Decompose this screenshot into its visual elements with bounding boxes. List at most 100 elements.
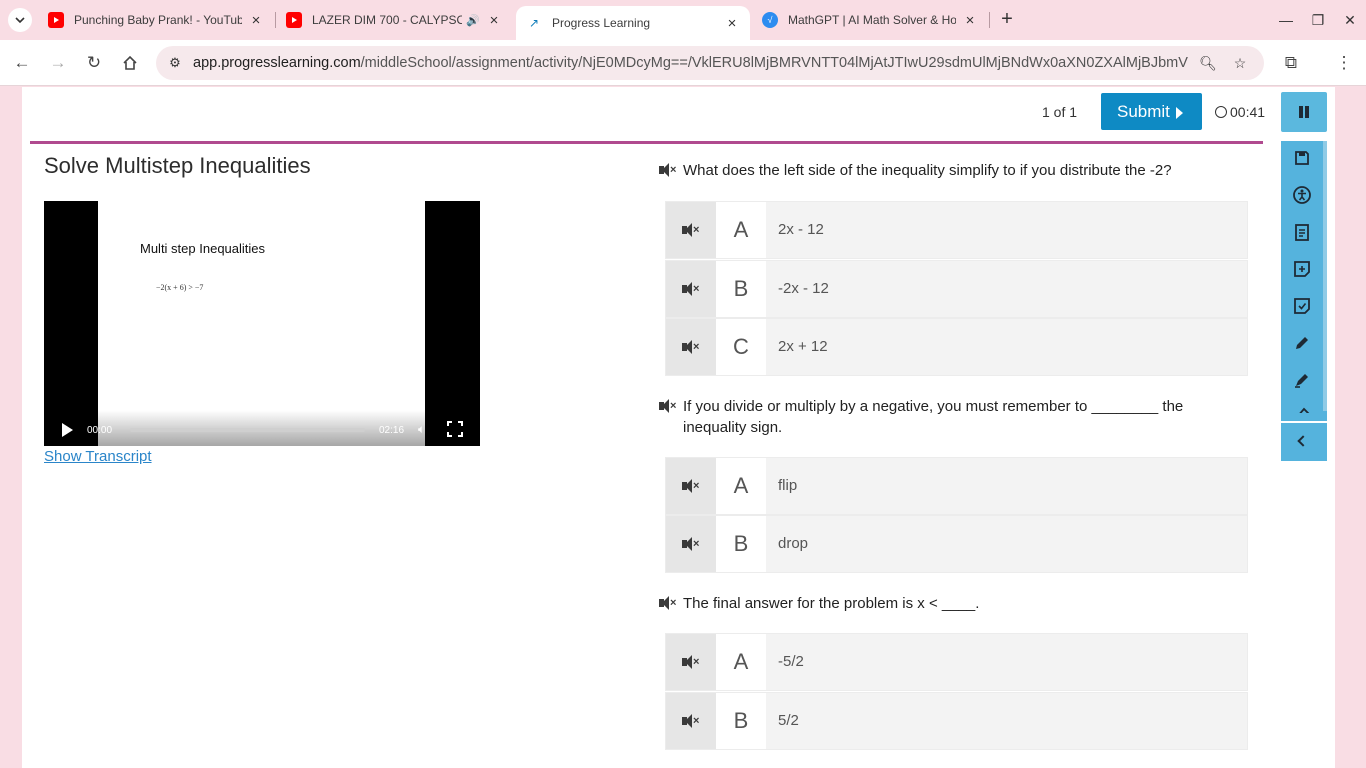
question-2: × If you divide or multiply by a negativ… bbox=[659, 396, 1249, 438]
rail-scrollbar[interactable] bbox=[1323, 141, 1327, 411]
option-text: 2x + 12 bbox=[778, 338, 828, 355]
question-3: × The final answer for the problem is x … bbox=[659, 593, 1249, 614]
close-window-icon[interactable]: ✕ bbox=[1336, 6, 1364, 34]
tab-title: Punching Baby Prank! - YouTube bbox=[74, 13, 242, 27]
mute-icon[interactable]: × bbox=[666, 516, 716, 572]
video-controls: 00:00 02:16 🔈︎ bbox=[44, 410, 480, 446]
question-text: What does the left side of the inequalit… bbox=[683, 162, 1172, 179]
reload-icon[interactable]: ↻ bbox=[80, 49, 108, 77]
tab-strip: Punching Baby Prank! - YouTube × LAZER D… bbox=[0, 0, 1366, 40]
play-icon[interactable] bbox=[62, 423, 73, 437]
url-path: /middleSchool/assignment/activity/NjE0MD… bbox=[360, 55, 1188, 71]
video-progress-bar[interactable] bbox=[130, 428, 365, 432]
tab-separator bbox=[989, 12, 990, 28]
fullscreen-icon[interactable] bbox=[447, 421, 463, 437]
forward-icon[interactable]: → bbox=[44, 49, 72, 77]
zoom-icon[interactable]: 🔍︎ bbox=[1198, 53, 1218, 73]
option-text: -2x - 12 bbox=[778, 280, 829, 297]
accessibility-icon[interactable] bbox=[1291, 184, 1313, 206]
option-text: flip bbox=[778, 477, 798, 494]
answer-option-q1-a[interactable]: × A 2x - 12 bbox=[665, 201, 1248, 259]
video-current-time: 00:00 bbox=[87, 425, 113, 436]
url-host: app.progresslearning.com bbox=[193, 55, 361, 71]
eraser-icon[interactable] bbox=[1291, 403, 1313, 413]
site-info-icon[interactable]: ⚙ bbox=[164, 52, 186, 74]
highlighter-icon[interactable] bbox=[1291, 369, 1313, 391]
url-text[interactable]: app.progresslearning.com/middleSchool/as… bbox=[193, 55, 1188, 71]
clock-icon bbox=[1215, 106, 1227, 118]
show-transcript-link[interactable]: Show Transcript bbox=[44, 448, 152, 465]
tab-title: MathGPT | AI Math Solver & Homework bbox=[788, 13, 956, 27]
save-icon[interactable] bbox=[1291, 147, 1313, 169]
minimize-icon[interactable]: — bbox=[1272, 6, 1300, 34]
close-icon[interactable]: × bbox=[248, 12, 264, 29]
answer-option-q1-b[interactable]: × B -2x - 12 bbox=[665, 260, 1248, 318]
option-letter: A bbox=[716, 634, 766, 690]
header-divider bbox=[30, 141, 1263, 144]
extensions-icon[interactable]: ⧉ bbox=[1277, 49, 1305, 77]
tab-mathgpt[interactable]: √ MathGPT | AI Math Solver & Homework × bbox=[752, 4, 988, 36]
mathgpt-icon: √ bbox=[762, 12, 778, 28]
close-icon[interactable]: × bbox=[962, 12, 978, 29]
submit-label: Submit bbox=[1117, 102, 1170, 121]
mute-icon[interactable]: × bbox=[666, 458, 716, 514]
timer: 00:41 bbox=[1215, 104, 1265, 120]
caret-right-icon bbox=[1175, 106, 1183, 119]
check-note-icon[interactable] bbox=[1291, 295, 1313, 317]
tab-title: Progress Learning bbox=[552, 16, 651, 30]
option-text: -5/2 bbox=[778, 653, 804, 670]
option-text: drop bbox=[778, 535, 809, 552]
close-icon[interactable]: × bbox=[724, 15, 740, 32]
video-duration: 02:16 bbox=[379, 425, 405, 436]
video-player[interactable]: Multi step Inequalities −2(x + 6) > −7 0… bbox=[44, 201, 480, 446]
option-letter: B bbox=[716, 261, 766, 317]
menu-icon[interactable]: ⋮ bbox=[1330, 49, 1358, 77]
collapse-rail-button[interactable] bbox=[1281, 423, 1327, 461]
assignment-page: 1 of 1 Submit 00:41 Solve Multistep Ineq… bbox=[22, 87, 1335, 768]
pencil-icon[interactable] bbox=[1291, 332, 1313, 354]
volume-icon[interactable]: 🔈︎ bbox=[418, 422, 432, 436]
answer-option-q3-a[interactable]: × A -5/2 bbox=[665, 633, 1248, 691]
new-tab-button[interactable]: + bbox=[995, 8, 1019, 32]
mute-icon[interactable]: × bbox=[666, 634, 716, 690]
option-text: 5/2 bbox=[778, 712, 799, 729]
mute-icon[interactable]: × bbox=[659, 162, 677, 178]
back-icon[interactable]: ← bbox=[8, 49, 36, 77]
answer-option-q3-b[interactable]: × B 5/2 bbox=[665, 692, 1248, 750]
tab-youtube-lazer[interactable]: LAZER DIM 700 - CALYPSO 🔊 × bbox=[276, 4, 512, 36]
mute-icon[interactable]: × bbox=[666, 319, 716, 375]
close-icon[interactable]: × bbox=[486, 12, 502, 29]
notepad-icon[interactable] bbox=[1291, 221, 1313, 243]
progress-learning-icon: ↗ bbox=[528, 16, 540, 30]
submit-button[interactable]: Submit bbox=[1101, 93, 1202, 130]
restore-icon[interactable]: ❐ bbox=[1304, 6, 1332, 34]
answer-option-q1-c[interactable]: × C 2x + 12 bbox=[665, 318, 1248, 376]
mute-icon[interactable]: × bbox=[666, 202, 716, 258]
speaker-icon[interactable]: 🔊 bbox=[466, 14, 480, 27]
tab-progress-learning[interactable]: ↗ Progress Learning × bbox=[516, 6, 750, 40]
timer-value: 00:41 bbox=[1230, 104, 1266, 120]
address-bar[interactable]: ⚙ app.progresslearning.com/middleSchool/… bbox=[156, 46, 1264, 80]
tab-youtube-prank[interactable]: Punching Baby Prank! - YouTube × bbox=[38, 4, 274, 36]
add-note-icon[interactable] bbox=[1291, 258, 1313, 280]
option-letter: B bbox=[716, 516, 766, 572]
bookmark-star-icon[interactable]: ☆ bbox=[1230, 53, 1250, 73]
youtube-icon bbox=[286, 12, 302, 28]
question-text: If you divide or multiply by a negative,… bbox=[683, 398, 1184, 436]
lesson-title: Solve Multistep Inequalities bbox=[44, 153, 311, 178]
question-counter: 1 of 1 bbox=[1042, 104, 1078, 120]
option-letter: A bbox=[716, 202, 766, 258]
pause-button[interactable] bbox=[1281, 92, 1327, 132]
mute-icon[interactable]: × bbox=[659, 595, 677, 611]
option-text: 2x - 12 bbox=[778, 221, 824, 238]
answer-option-q2-b[interactable]: × B drop bbox=[665, 515, 1248, 573]
option-letter: C bbox=[716, 319, 766, 375]
home-icon[interactable] bbox=[116, 49, 144, 77]
mute-icon[interactable]: × bbox=[659, 398, 677, 414]
mute-icon[interactable]: × bbox=[666, 261, 716, 317]
mute-icon[interactable]: × bbox=[666, 693, 716, 749]
answer-option-q2-a[interactable]: × A flip bbox=[665, 457, 1248, 515]
tab-search-button[interactable] bbox=[8, 8, 32, 32]
question-text: The final answer for the problem is x < … bbox=[683, 595, 980, 612]
option-letter: B bbox=[716, 693, 766, 749]
